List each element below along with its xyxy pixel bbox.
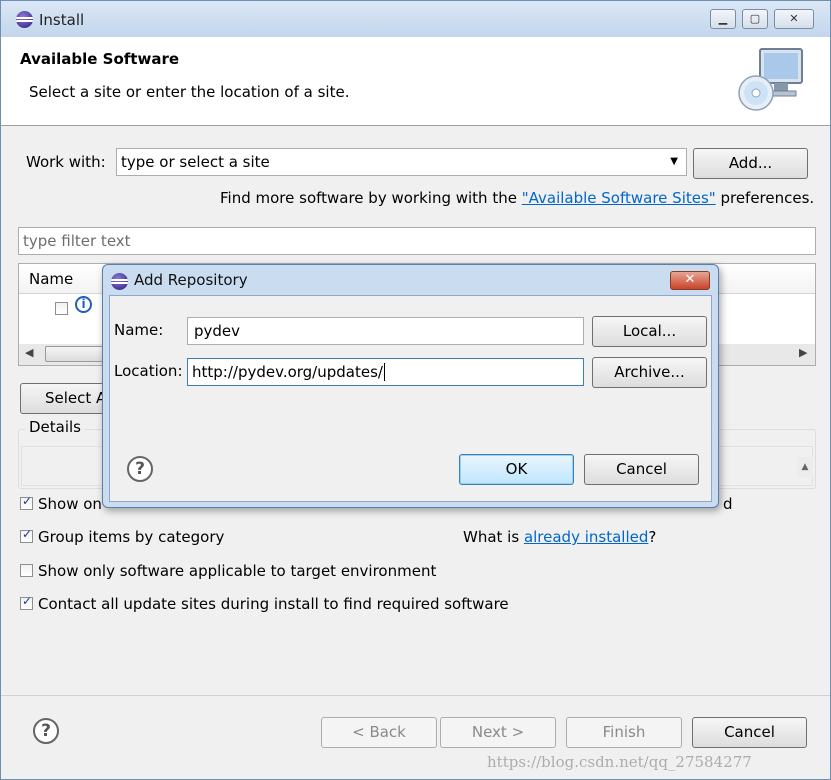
option-contact-all[interactable]: Contact all update sites during install … xyxy=(20,594,509,613)
name-label: Name: xyxy=(114,321,164,339)
what-is-text: What is xyxy=(463,528,524,546)
table-row[interactable]: i xyxy=(55,296,92,317)
scroll-up-icon[interactable]: ▲ xyxy=(797,457,813,477)
what-is-installed: What is already installed? xyxy=(463,528,656,546)
back-button[interactable]: < Back xyxy=(321,717,437,748)
dropdown-arrow-icon[interactable]: ▼ xyxy=(670,149,678,175)
dialog-close-button[interactable]: ✕ xyxy=(670,271,710,290)
finish-button[interactable]: Finish xyxy=(566,717,682,748)
work-with-combo[interactable]: type or select a site ▼ xyxy=(116,148,687,176)
work-with-label: Work with: xyxy=(26,153,106,171)
dialog-eclipse-icon xyxy=(111,273,128,290)
archive-button[interactable]: Archive... xyxy=(592,357,707,388)
wizard-banner: Available Software Select a site or ente… xyxy=(1,37,830,126)
column-name-header[interactable]: Name xyxy=(29,270,73,288)
option-applicable-only[interactable]: Show only software applicable to target … xyxy=(20,562,436,580)
hint-text: Find more software by working with the xyxy=(220,189,522,207)
watermark-text: https://blog.csdn.net/qq_27584277 xyxy=(487,753,752,771)
group-by-category-checkbox[interactable] xyxy=(20,527,33,543)
info-icon: i xyxy=(75,296,92,313)
already-installed-link[interactable]: already installed xyxy=(524,528,648,546)
contact-all-label: Contact all update sites during install … xyxy=(38,595,509,613)
row-checkbox[interactable] xyxy=(55,302,68,315)
scroll-right-icon[interactable]: ▶ xyxy=(799,346,807,359)
eclipse-icon xyxy=(16,11,33,28)
show-only-label: Show on xyxy=(38,495,102,513)
scroll-left-icon[interactable]: ◀ xyxy=(25,346,33,359)
applicable-only-label: Show only software applicable to target … xyxy=(38,562,437,580)
dialog-help-icon[interactable]: ? xyxy=(127,456,153,482)
dialog-body: Name: pydev Local... Location: http://py… xyxy=(109,295,712,502)
details-label: Details xyxy=(25,418,86,436)
group-by-category-label: Group items by category xyxy=(38,528,225,546)
page-subtitle: Select a site or enter the location of a… xyxy=(29,83,350,101)
minimize-button[interactable]: ▁ xyxy=(710,9,736,29)
applicable-only-checkbox[interactable] xyxy=(20,563,33,577)
help-icon[interactable]: ? xyxy=(33,718,59,744)
show-only-checkbox[interactable] xyxy=(20,494,33,510)
contact-all-checkbox[interactable] xyxy=(20,594,33,610)
name-input[interactable]: pydev xyxy=(187,317,584,345)
more-software-hint: Find more software by working with the "… xyxy=(220,189,814,207)
dialog-cancel-button[interactable]: Cancel xyxy=(584,454,699,485)
cancel-button[interactable]: Cancel xyxy=(692,717,807,748)
hidden-option-text: d xyxy=(723,495,733,513)
window-title: Install xyxy=(39,11,85,29)
footer-separator xyxy=(1,695,830,696)
dialog-title: Add Repository xyxy=(134,271,248,289)
maximize-button[interactable]: ▢ xyxy=(742,9,768,29)
hint-suffix: preferences. xyxy=(715,189,815,207)
location-label: Location: xyxy=(114,362,183,380)
location-value: http://pydev.org/updates/ xyxy=(192,363,383,381)
filter-input[interactable]: type filter text xyxy=(18,227,816,255)
option-show-only[interactable]: Show on xyxy=(20,494,102,513)
page-heading: Available Software xyxy=(20,50,180,68)
text-cursor xyxy=(383,363,385,381)
local-button[interactable]: Local... xyxy=(592,316,707,347)
location-input[interactable]: http://pydev.org/updates/ xyxy=(187,358,584,386)
install-software-icon xyxy=(738,48,803,111)
add-repository-dialog: Add Repository ✕ Name: pydev Local... Lo… xyxy=(102,264,719,508)
available-software-sites-link[interactable]: "Available Software Sites" xyxy=(522,189,716,207)
title-bar[interactable]: Install ▁ ▢ ✕ xyxy=(1,1,830,37)
add-site-button[interactable]: Add... xyxy=(693,148,808,179)
option-hidden-right: d xyxy=(723,495,733,513)
option-group-by-category[interactable]: Group items by category xyxy=(20,527,225,546)
next-button[interactable]: Next > xyxy=(440,717,556,748)
what-is-suffix: ? xyxy=(648,528,657,546)
ok-button[interactable]: OK xyxy=(459,454,574,485)
work-with-value: type or select a site xyxy=(121,153,270,171)
close-window-button[interactable]: ✕ xyxy=(774,9,814,29)
